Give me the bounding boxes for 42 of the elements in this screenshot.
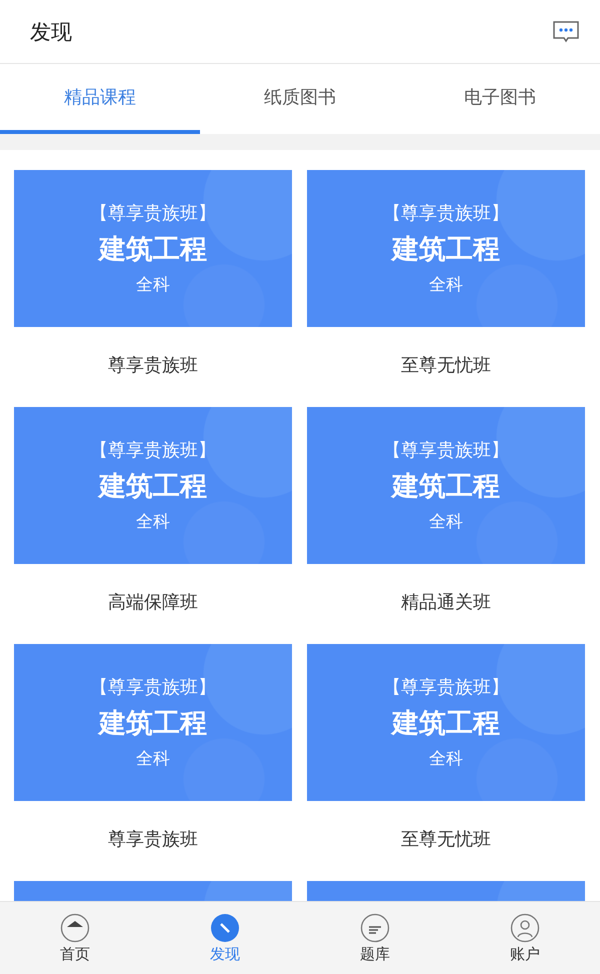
banner-tag: 【尊享贵族班】 — [90, 438, 216, 462]
banner-subtitle: 全科 — [429, 511, 463, 533]
course-name: 尊享贵族班 — [108, 354, 198, 378]
course-banner[interactable]: 【尊享贵族班】 建筑工程 全科 — [307, 170, 585, 327]
compass-icon — [210, 912, 240, 942]
category-tab[interactable]: 纸质图书 — [200, 64, 400, 134]
banner-tag: 【尊享贵族班】 — [90, 675, 216, 699]
banner-title: 建筑工程 — [99, 470, 207, 504]
nav-tab[interactable]: 发现 — [150, 902, 300, 974]
banner-subtitle: 全科 — [429, 748, 463, 770]
banner-tag: 【尊享贵族班】 — [383, 675, 509, 699]
course-name: 高端保障班 — [108, 591, 198, 615]
course-banner[interactable]: 【尊享贵族班】 建筑工程 全科 — [14, 170, 292, 327]
course-banner[interactable]: 【尊享贵族班】 建筑工程 全科 — [307, 407, 585, 564]
page-title: 发现 — [30, 18, 72, 46]
course-banner[interactable]: 【尊享贵族班】 建筑工程 全科 — [307, 644, 585, 801]
nav-tab[interactable]: 首页 — [0, 902, 150, 974]
banner-tag: 【尊享贵族班】 — [383, 438, 509, 462]
banner-tag: 【尊享贵族班】 — [383, 201, 509, 225]
chat-bubble-icon[interactable] — [552, 20, 580, 44]
course-name: 尊享贵族班 — [108, 828, 198, 852]
banner-subtitle: 全科 — [136, 748, 170, 770]
banner-title: 建筑工程 — [392, 707, 500, 741]
nav-tab[interactable]: 账户 — [450, 902, 600, 974]
banner-title: 建筑工程 — [99, 707, 207, 741]
category-tab[interactable]: 电子图书 — [400, 64, 600, 134]
banner-title: 建筑工程 — [392, 470, 500, 504]
banner-title: 建筑工程 — [99, 233, 207, 267]
person-icon — [510, 912, 540, 942]
course-banner[interactable]: 【尊享贵族班】 建筑工程 全科 — [14, 644, 292, 801]
nav-tab[interactable]: 题库 — [300, 902, 450, 974]
course-name: 精品通关班 — [401, 591, 491, 615]
banner-subtitle: 全科 — [429, 274, 463, 296]
banner-tag: 【尊享贵族班】 — [90, 201, 216, 225]
course-banner[interactable]: 【尊享贵族班】 建筑工程 全科 — [14, 407, 292, 564]
banner-subtitle: 全科 — [136, 274, 170, 296]
banner-title: 建筑工程 — [392, 233, 500, 267]
banner-subtitle: 全科 — [136, 511, 170, 533]
course-name: 至尊无忧班 — [401, 354, 491, 378]
house-icon — [60, 912, 90, 942]
document-icon — [360, 912, 390, 942]
course-name: 至尊无忧班 — [401, 828, 491, 852]
